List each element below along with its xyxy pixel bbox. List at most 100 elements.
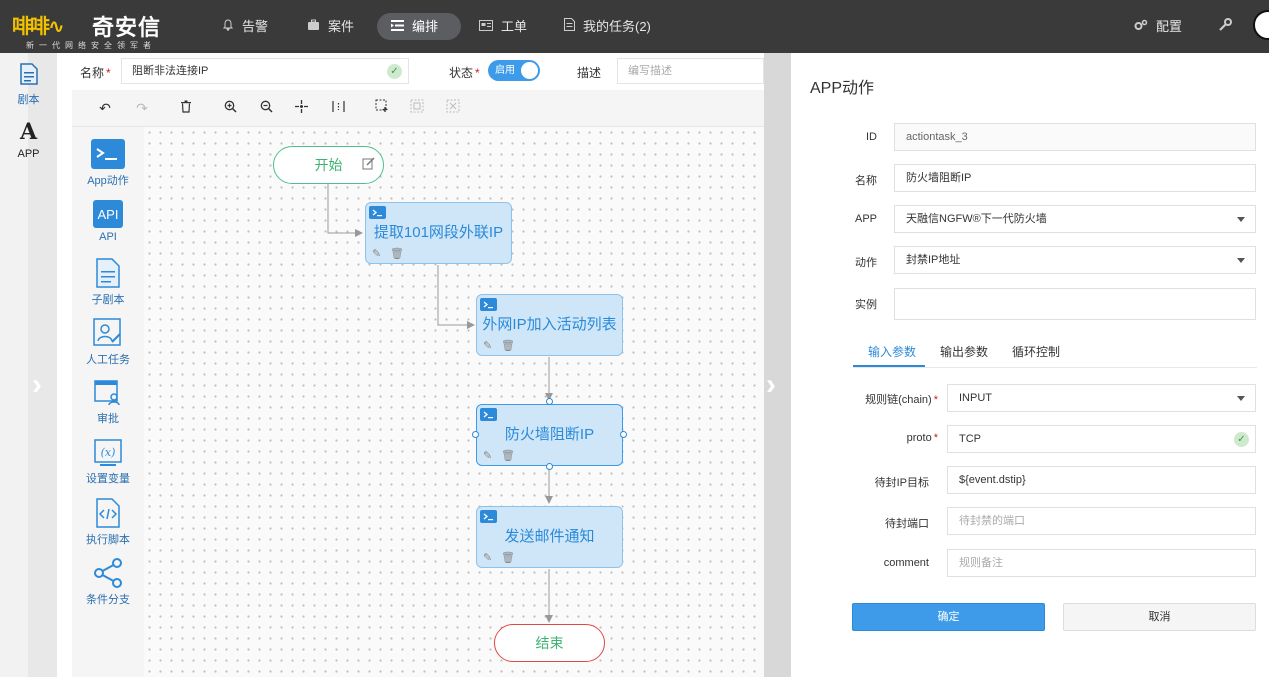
playbook-name-input[interactable]: 阻断非法连接IP ✓ [121,58,409,84]
undo-icon[interactable]: ↶ [95,98,115,118]
terminal-icon [480,298,497,311]
edit-icon[interactable]: ✎ [483,339,492,352]
palette-item-set-variable[interactable]: (x) 设置变量 [72,439,144,486]
trash-icon[interactable]: 🗑 [501,339,515,352]
nav-item-cases[interactable]: 案件 [293,13,368,40]
subplaybook-icon [96,258,120,288]
flow-node[interactable]: 提取101网段外联IP ✎ 🗑 [365,202,512,264]
palette-item-app-action[interactable]: App动作 [72,139,144,188]
flow-start-node[interactable]: 开始 [273,146,384,184]
palette-label: App动作 [87,175,129,187]
connector-handle[interactable] [472,431,479,438]
instance-field[interactable] [894,288,1256,320]
panel-collapse-strip[interactable] [764,53,791,677]
param-label: 待封端口 [885,518,929,530]
palette-label: 人工任务 [86,354,130,366]
palette-item-manual-task[interactable]: 人工任务 [72,318,144,367]
chain-select[interactable]: INPUT [947,384,1256,412]
tab-divider [853,367,1257,368]
panel-title: APP动作 [810,80,875,97]
status-toggle[interactable]: 启用 [488,60,540,81]
logo-name: 奇安信 [92,16,162,41]
sidebar-item-app[interactable]: A APP [0,119,57,160]
edit-icon[interactable]: ✎ [372,247,381,260]
branch-icon [94,558,122,588]
palette-item-approval[interactable]: 审批 [72,379,144,426]
company-logo[interactable]: 啡啡∿ 奇安信 新一代网络安全领军者 [10,8,195,52]
select-add-icon[interactable] [372,98,392,118]
palette-item-subplaybook[interactable]: 子剧本 [72,258,144,307]
flow-node-title: 外网IP加入活动列表 [482,316,617,333]
caret-down-icon [1237,396,1245,401]
variable-icon: (x) [94,439,122,466]
nav-item-playbook[interactable]: 编排 [377,13,461,40]
target-ip-field[interactable]: ${event.dstip} [947,466,1256,494]
confirm-button[interactable]: 确定 [852,603,1045,631]
fit-view-icon[interactable] [291,98,311,118]
palette-item-branch[interactable]: 条件分支 [72,558,144,607]
delete-icon[interactable] [176,98,196,118]
connector-handle[interactable] [620,431,627,438]
nav-label: 案件 [328,19,355,34]
top-navbar: 啡啡∿ 奇安信 新一代网络安全领军者 告警 案件 编排 工单 我的任务(2) 配… [0,0,1269,53]
flow-node-title: 提取101网段外联IP [373,224,504,241]
field-label: 动作 [855,257,877,269]
zoom-out-icon[interactable] [256,98,276,118]
edit-icon[interactable] [362,147,375,183]
nav-label: 工单 [501,19,528,34]
canvas-toolbar: ↶ ↷ [72,90,764,127]
id-field[interactable]: actiontask_3 [894,123,1256,151]
flow-node[interactable]: 发送邮件通知 ✎ 🗑 [476,506,623,568]
comment-field[interactable]: 规则备注 [947,549,1256,577]
param-label: comment [883,557,929,569]
palette-label: API [99,231,117,243]
action-name-field[interactable]: 防火墙阻断IP [894,164,1256,192]
tab-output-params[interactable]: 输出参数 [940,343,988,360]
redo-icon[interactable]: ↷ [132,98,152,118]
edit-icon[interactable]: ✎ [483,551,492,564]
nav-label: 我的任务(2) [583,19,651,34]
edit-icon[interactable]: ✎ [483,449,492,462]
ticket-icon [479,13,493,40]
trash-icon[interactable]: 🗑 [390,247,404,260]
connector-handle[interactable] [546,463,553,470]
flow-end-node[interactable]: 结束 [494,624,605,662]
port-field[interactable]: 待封禁的端口 [947,507,1256,535]
ungroup-icon[interactable] [443,98,463,118]
field-label: ID [866,131,877,143]
expand-left-chevron-icon[interactable]: › [32,368,42,402]
nav-item-alerts[interactable]: 告警 [208,13,282,40]
sidebar-item-playbook[interactable]: 剧本 [0,63,57,107]
app-select[interactable]: 天融信NGFW®下一代防火墙 [894,205,1256,233]
app-letter-icon: A [19,119,38,145]
zoom-in-icon[interactable] [220,98,240,118]
name-label: 名称 * [80,66,111,80]
trash-icon[interactable]: 🗑 [501,551,515,564]
palette-item-api[interactable]: API API [72,200,144,243]
api-icon: API [93,200,123,228]
briefcase-icon [307,13,320,40]
sidebar-item-label: 剧本 [17,94,40,106]
wrench-button[interactable] [1205,13,1254,40]
actual-size-icon[interactable] [328,98,348,118]
proto-field[interactable]: TCP ✓ [947,425,1256,453]
tab-input-params[interactable]: 输入参数 [868,343,916,360]
nav-item-tickets[interactable]: 工单 [465,13,541,40]
trash-icon[interactable]: 🗑 [501,449,515,462]
action-select[interactable]: 封禁IP地址 [894,246,1256,274]
nav-item-config[interactable]: 配置 [1120,13,1196,40]
tab-loop-control[interactable]: 循环控制 [1012,343,1060,360]
collapse-panel-chevron-icon[interactable]: › [766,368,776,402]
connector-handle[interactable] [546,398,553,405]
flow-node-selected[interactable]: 防火墙阻断IP ✎ 🗑 [476,404,623,466]
user-avatar[interactable] [1253,10,1269,40]
palette-label: 审批 [97,413,119,425]
flow-node[interactable]: 外网IP加入活动列表 ✎ 🗑 [476,294,623,356]
nav-item-my-tasks[interactable]: 我的任务(2) [550,13,665,40]
document-icon [0,63,57,88]
description-input[interactable]: 编写描述 [617,58,764,84]
group-icon[interactable] [407,98,427,118]
cancel-button[interactable]: 取消 [1063,603,1256,631]
palette-item-run-script[interactable]: 执行脚本 [72,498,144,547]
toggle-knob [521,62,538,79]
